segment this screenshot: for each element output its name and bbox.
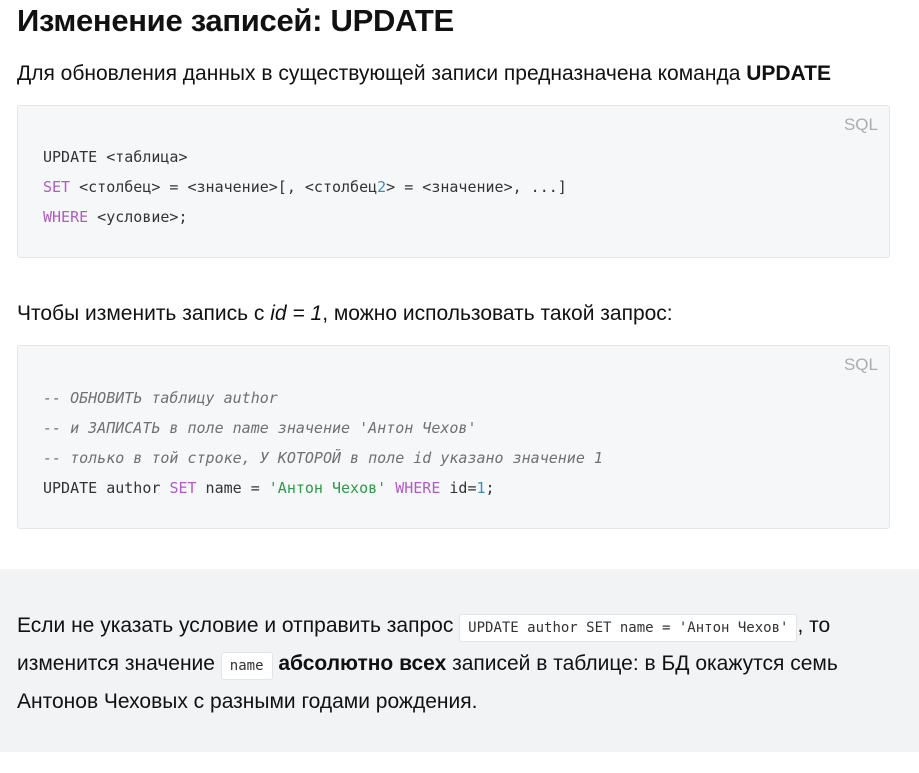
keyword-where: WHERE bbox=[395, 479, 441, 497]
code-language-label: SQL bbox=[843, 355, 878, 374]
example-intro-paragraph: Чтобы изменить запись с id = 1, можно ис… bbox=[17, 300, 673, 328]
code-line-1: UPDATE <таблица> bbox=[43, 148, 188, 166]
para-text: Чтобы изменить запись с bbox=[17, 302, 271, 325]
keyword-where: WHERE bbox=[43, 208, 89, 226]
example-code: -- ОБНОВИТЬ таблицу author -- и ЗАПИСАТЬ… bbox=[43, 383, 603, 503]
code-comment: -- только в той строке, У КОТОРОЙ в поле… bbox=[43, 449, 603, 467]
intro-keyword: UPDATE bbox=[746, 62, 831, 85]
keyword-set: SET bbox=[169, 479, 197, 497]
code-text: ; bbox=[485, 479, 495, 497]
code-comment: -- и ЗАПИСАТЬ в поле name значение 'Анто… bbox=[43, 419, 477, 437]
number-literal: 1 bbox=[476, 479, 486, 497]
intro-paragraph: Для обновления данных в существующей зап… bbox=[17, 60, 831, 88]
note-text-part: Если не указать условие и отправить запр… bbox=[17, 614, 460, 637]
code-language-label: SQL bbox=[843, 115, 878, 134]
code-text: <столбец> = <значение>[, <столбец bbox=[70, 178, 378, 196]
example-code-block[interactable]: SQL -- ОБНОВИТЬ таблицу author -- и ЗАПИ… bbox=[17, 345, 890, 529]
number-literal: 2 bbox=[377, 178, 387, 196]
code-text: <условие>; bbox=[88, 208, 188, 226]
para-italic: id = 1 bbox=[270, 302, 323, 325]
inline-code-name: name bbox=[220, 652, 273, 680]
syntax-code-block[interactable]: SQL UPDATE <таблица> SET <столбец> = <зн… bbox=[17, 105, 890, 258]
syntax-code: UPDATE <таблица> SET <столбец> = <значен… bbox=[43, 142, 567, 232]
keyword-set: SET bbox=[43, 178, 71, 196]
code-text: > = <значение>, ...] bbox=[386, 178, 567, 196]
code-comment: -- ОБНОВИТЬ таблицу author bbox=[43, 389, 278, 407]
code-text: name = bbox=[196, 479, 269, 497]
note-text: Если не указать условие и отправить запр… bbox=[17, 608, 897, 719]
para-text: , можно использовать такой запрос: bbox=[322, 302, 673, 325]
code-text: id= bbox=[440, 479, 477, 497]
note-callout: Если не указать условие и отправить запр… bbox=[0, 569, 919, 752]
inline-code-query: UPDATE author SET name = 'Антон Чехов' bbox=[459, 614, 798, 642]
page-title: Изменение записей: UPDATE bbox=[17, 3, 454, 38]
string-literal: 'Антон Чехов' bbox=[268, 479, 387, 497]
intro-text: Для обновления данных в существующей зап… bbox=[17, 62, 747, 85]
code-text: UPDATE author bbox=[43, 479, 170, 497]
note-bold: абсолютно всех bbox=[278, 652, 447, 675]
